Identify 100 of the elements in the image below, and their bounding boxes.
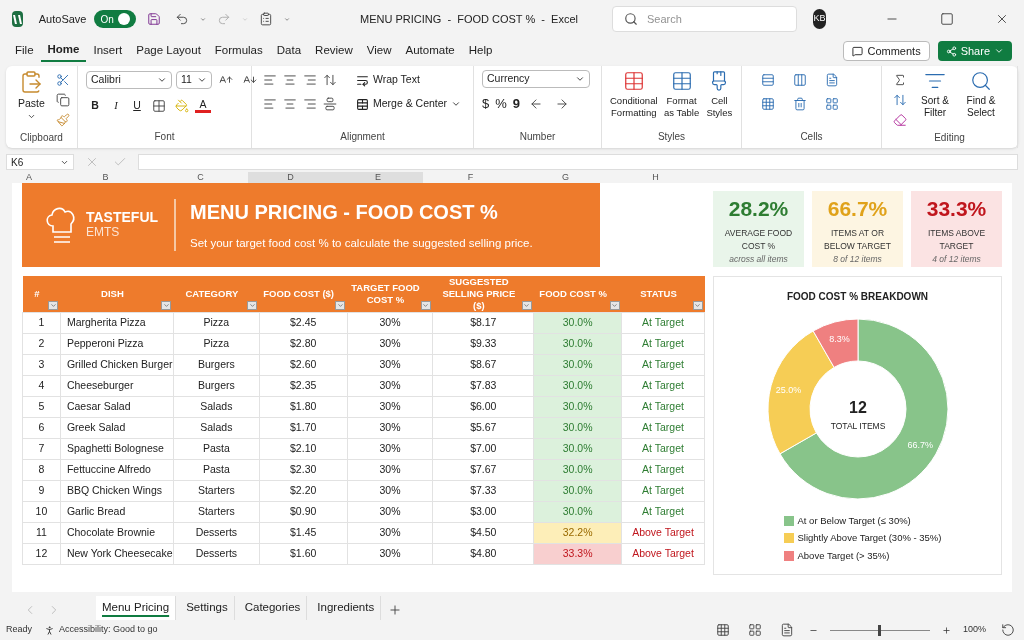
share-button[interactable]: Share bbox=[937, 41, 1012, 61]
table-cell: $1.45 bbox=[259, 522, 348, 544]
chevron-icon[interactable] bbox=[157, 75, 167, 85]
merge-center-button[interactable]: Merge & Center bbox=[356, 96, 462, 112]
paste-button[interactable]: Paste bbox=[14, 70, 49, 121]
column-header: DISH bbox=[101, 288, 124, 299]
table-cell: Chocolate Brownie bbox=[60, 522, 174, 544]
share-icon[interactable] bbox=[945, 45, 957, 57]
table-cell: $7.00 bbox=[432, 438, 534, 460]
data-label: 8.3% bbox=[828, 334, 850, 345]
sheet-tab[interactable]: Ingredients bbox=[311, 596, 382, 620]
column-letter[interactable]: F bbox=[423, 172, 518, 183]
table-cell: 12 bbox=[22, 543, 61, 565]
avatar[interactable]: KB bbox=[812, 9, 827, 29]
search-icon[interactable] bbox=[624, 12, 638, 26]
column-letter[interactable]: H bbox=[613, 172, 698, 183]
wrap-text-icon[interactable] bbox=[356, 73, 369, 87]
table-cell: At Target bbox=[621, 459, 705, 481]
menu-tab[interactable]: Formulas bbox=[207, 40, 270, 62]
column-header: FOOD COST ($) bbox=[263, 288, 335, 299]
sheet-tab[interactable]: Settings bbox=[180, 596, 235, 620]
menu-tab[interactable]: File bbox=[8, 40, 41, 62]
search-icon[interactable] bbox=[970, 70, 992, 92]
sheet-tab[interactable]: Menu Pricing bbox=[96, 596, 177, 620]
table-cell: $5.67 bbox=[432, 417, 534, 439]
wrap-text-button[interactable]: Wrap Text bbox=[356, 72, 420, 88]
table-icon[interactable] bbox=[670, 70, 693, 92]
menu-tab[interactable]: Page Layout bbox=[129, 40, 208, 62]
menu-tab[interactable]: Review bbox=[308, 40, 360, 62]
table-cell: 30.0% bbox=[533, 312, 622, 334]
chevron-icon[interactable] bbox=[575, 74, 585, 84]
styles-button[interactable]: Cell Styles bbox=[705, 70, 733, 119]
styles-button[interactable]: Conditional Formatting bbox=[610, 70, 658, 119]
column-letter[interactable]: G bbox=[518, 172, 613, 183]
column-letter[interactable]: E bbox=[333, 172, 423, 183]
table-cell: $2.10 bbox=[259, 438, 348, 460]
column-letter[interactable]: D bbox=[248, 172, 333, 183]
column-header: FOOD COST % bbox=[539, 288, 607, 299]
menu-tab[interactable]: Insert bbox=[86, 40, 130, 62]
chevron-icon[interactable] bbox=[197, 75, 207, 85]
kpi-value: 33.3% bbox=[926, 195, 987, 222]
menu-tab[interactable]: Automate bbox=[398, 40, 462, 62]
menu-tab[interactable]: Help bbox=[461, 40, 500, 62]
menu-tab[interactable]: Data bbox=[269, 40, 309, 62]
menu-tab[interactable]: View bbox=[359, 40, 399, 62]
font-size-select[interactable]: 11 bbox=[176, 71, 212, 89]
chevron-icon[interactable] bbox=[451, 99, 462, 109]
table-cell: Burgers bbox=[173, 375, 260, 397]
conditional-formatting-icon[interactable] bbox=[622, 70, 645, 92]
table-cell: At Target bbox=[621, 480, 705, 502]
table-cell: New York Cheesecake bbox=[60, 543, 174, 565]
group-label: Styles bbox=[657, 130, 686, 144]
editing-button[interactable]: Sort & Filter bbox=[914, 70, 956, 119]
zoom-level[interactable]: 100% bbox=[962, 623, 986, 637]
kpi-label: AVERAGE FOOD COST % bbox=[723, 227, 794, 253]
font-select[interactable]: Calibri bbox=[86, 71, 172, 89]
font-color-button[interactable]: A bbox=[195, 99, 211, 113]
column-header: SUGGESTED SELLING PRICE ($) bbox=[442, 276, 516, 311]
name-box[interactable]: K6 bbox=[6, 154, 74, 170]
accessibility-icon[interactable] bbox=[44, 624, 55, 636]
table-cell: Above Target bbox=[621, 543, 705, 565]
legend-label: At or Below Target (≤ 30%) bbox=[797, 514, 911, 528]
chevron-icon[interactable] bbox=[994, 46, 1004, 56]
table-cell: At Target bbox=[621, 501, 705, 523]
table-cell: Caesar Salad bbox=[60, 396, 174, 418]
menu-tab[interactable]: Home bbox=[40, 40, 87, 62]
table-cell: 8 bbox=[22, 459, 61, 481]
bold-button[interactable]: B bbox=[86, 98, 104, 114]
paste-icon[interactable] bbox=[19, 70, 44, 94]
table-cell: At Target bbox=[621, 396, 705, 418]
italic-button[interactable]: I bbox=[107, 98, 125, 114]
group-label: Alignment bbox=[340, 130, 385, 144]
table-cell: Greek Salad bbox=[60, 417, 174, 439]
formula-input[interactable] bbox=[138, 154, 1018, 170]
zoom-slider[interactable] bbox=[829, 624, 930, 636]
kpi-note: 8 of 12 items bbox=[833, 252, 882, 266]
column-header: TARGET FOOD COST % bbox=[351, 282, 420, 305]
merge-icon[interactable] bbox=[356, 97, 369, 111]
column-letter[interactable]: C bbox=[153, 172, 248, 183]
sheet-tab[interactable]: Categories bbox=[238, 596, 308, 620]
comments-button[interactable]: Comments bbox=[843, 41, 930, 61]
editing-button[interactable]: Find & Select bbox=[960, 70, 1002, 119]
comma-button[interactable]: 9 bbox=[512, 94, 521, 114]
currency-button[interactable]: $ bbox=[482, 94, 490, 114]
column-letter[interactable]: A bbox=[0, 172, 58, 183]
zoom-thumb[interactable] bbox=[878, 624, 882, 636]
column-letter[interactable]: B bbox=[58, 172, 153, 183]
styles-button[interactable]: Format as Table bbox=[661, 70, 702, 119]
accessibility-status[interactable]: Accessibility: Good to go bbox=[59, 623, 158, 637]
table-cell: 30% bbox=[347, 438, 433, 460]
underline-button[interactable]: U bbox=[128, 98, 146, 114]
table-cell: $2.30 bbox=[259, 459, 348, 481]
number-format-select[interactable]: Currency bbox=[482, 70, 590, 88]
table-cell: 30% bbox=[347, 543, 433, 565]
zoom-in-icon[interactable] bbox=[941, 625, 951, 635]
autosave-toggle[interactable]: On bbox=[94, 10, 136, 28]
percent-button[interactable]: % bbox=[495, 94, 507, 114]
table-cell: $0.90 bbox=[259, 501, 348, 523]
comment-icon[interactable] bbox=[852, 45, 864, 57]
search-field[interactable]: Search bbox=[612, 6, 797, 32]
